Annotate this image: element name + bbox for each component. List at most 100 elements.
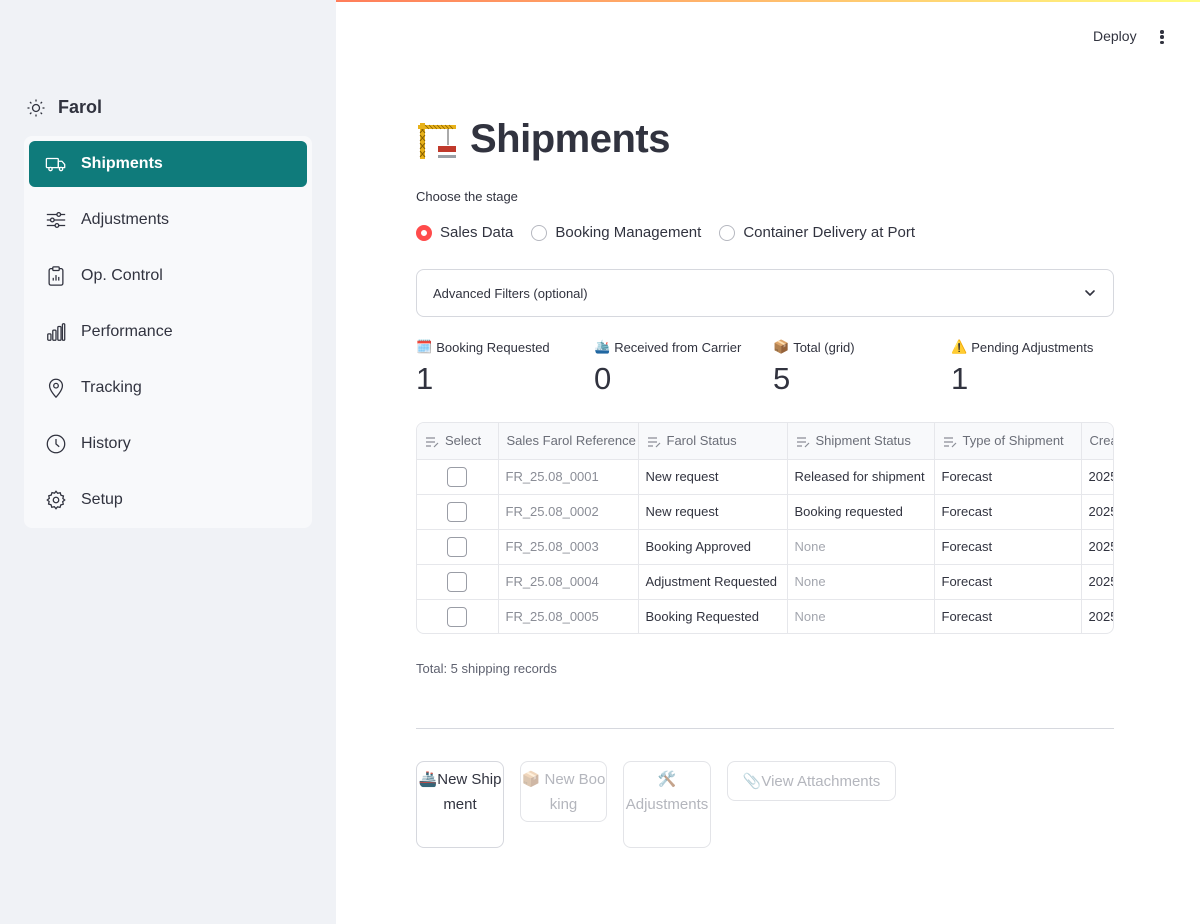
cell-reference: FR_25.08_0005 <box>498 599 639 633</box>
calendar-icon: 🗓️ <box>416 339 433 354</box>
sidebar-item-history[interactable]: History <box>29 421 307 467</box>
bar-chart-icon <box>47 323 66 341</box>
new-booking-button[interactable]: 📦 New Booking <box>520 761 607 822</box>
truck-icon <box>45 157 66 172</box>
column-header-label: Shipment Status <box>815 433 911 449</box>
cell-shipment-status[interactable]: None <box>787 599 935 633</box>
package-icon: 📦 <box>773 339 790 354</box>
adjustments-button[interactable]: 🛠️ Adjustments <box>623 761 711 848</box>
radio-label: Sales Data <box>440 224 514 241</box>
select-cell[interactable] <box>417 529 499 565</box>
ship-icon: 🛳️ <box>594 339 611 354</box>
column-header-type-of-shipment[interactable]: Type of Shipment <box>934 423 1082 460</box>
brand-name: Farol <box>58 97 103 117</box>
cell-shipment-status[interactable]: None <box>787 564 935 600</box>
metric-label: Total (grid) <box>793 339 855 355</box>
button-label: New Shipment <box>437 771 502 813</box>
cell-creation: 2025 <box>1081 494 1113 530</box>
metric-label: Received from Carrier <box>614 339 742 355</box>
column-header-label: Select <box>445 433 482 449</box>
button-label: New Booking <box>544 771 606 813</box>
metric-received-from-carrier: 🛳️ Received from Carrier 0 <box>594 337 741 397</box>
column-header-sales-farol-reference[interactable]: Sales Farol Reference <box>498 423 639 460</box>
paperclip-icon: 📎 <box>742 773 762 790</box>
crane-icon <box>418 122 456 159</box>
edit-column-icon <box>647 437 660 448</box>
sidebar-item-label: Tracking <box>81 379 142 396</box>
stage-radio-sales-data[interactable]: Sales Data <box>416 224 513 241</box>
metric-label: Pending Adjustments <box>971 339 1094 355</box>
cell-type-of-shipment[interactable]: Forecast <box>934 599 1082 633</box>
sidebar-item-performance[interactable]: Performance <box>29 309 307 355</box>
sun-icon <box>27 99 45 116</box>
chevron-down-icon <box>1085 290 1095 296</box>
cell-shipment-status[interactable]: Released for shipment <box>787 459 935 495</box>
table-row: FR_25.08_0003 Booking Approved None Fore… <box>417 529 1113 565</box>
select-cell[interactable] <box>417 599 499 633</box>
column-header-creation[interactable]: Crea <box>1081 423 1113 460</box>
table-row: FR_25.08_0004 Adjustment Requested None … <box>417 564 1113 600</box>
cell-type-of-shipment[interactable]: Forecast <box>934 494 1082 530</box>
sidebar-item-label: Op. Control <box>81 267 163 284</box>
tools-icon: 🛠️ <box>657 771 677 788</box>
page-title-text: Shipments <box>470 117 670 161</box>
sliders-icon <box>46 212 66 228</box>
select-cell[interactable] <box>417 494 499 530</box>
advanced-filters-expander[interactable]: Advanced Filters (optional) <box>416 269 1114 317</box>
select-checkbox[interactable] <box>447 501 468 522</box>
edit-column-icon <box>943 437 956 448</box>
sidebar-item-label: Setup <box>81 491 123 508</box>
cell-shipment-status[interactable]: Booking requested <box>787 494 935 530</box>
more-menu-icon[interactable] <box>1158 28 1166 46</box>
select-checkbox[interactable] <box>447 606 468 627</box>
cell-reference: FR_25.08_0003 <box>498 529 639 565</box>
new-shipment-button[interactable]: 🚢New Shipment <box>416 761 504 848</box>
cell-farol-status[interactable]: Booking Approved <box>638 529 788 565</box>
cell-type-of-shipment[interactable]: Forecast <box>934 564 1082 600</box>
stage-radio-booking-management[interactable]: Booking Management <box>531 224 701 241</box>
sidebar-item-label: Performance <box>81 323 173 340</box>
cell-creation: 2025 <box>1081 564 1113 600</box>
cell-farol-status[interactable]: Booking Requested <box>638 599 788 633</box>
metric-value: 0 <box>594 361 612 396</box>
cell-farol-status[interactable]: New request <box>638 494 788 530</box>
column-header-label: Farol Status <box>666 433 737 449</box>
column-header-farol-status[interactable]: Farol Status <box>638 423 788 460</box>
column-header-shipment-status[interactable]: Shipment Status <box>787 423 935 460</box>
total-records-text: Total: 5 shipping records <box>416 661 557 676</box>
sidebar-item-label: Shipments <box>81 155 163 172</box>
cell-type-of-shipment[interactable]: Forecast <box>934 529 1082 565</box>
deploy-button[interactable]: Deploy <box>1093 28 1137 44</box>
radio-label: Container Delivery at Port <box>743 224 916 241</box>
select-checkbox[interactable] <box>447 536 468 557</box>
cell-type-of-shipment[interactable]: Forecast <box>934 459 1082 495</box>
cell-shipment-status[interactable]: None <box>787 529 935 565</box>
column-header-select[interactable]: Select <box>417 423 499 460</box>
stage-radio-container-delivery[interactable]: Container Delivery at Port <box>719 224 915 241</box>
sidebar-item-tracking[interactable]: Tracking <box>29 365 307 411</box>
radio-unselected-icon <box>531 224 548 241</box>
warning-icon: ⚠️ <box>951 339 968 354</box>
brand: Farol <box>26 97 102 118</box>
grid-header-row: Select Sales Farol Reference Farol Statu… <box>417 423 1113 460</box>
sidebar-item-label: Adjustments <box>81 211 170 228</box>
select-cell[interactable] <box>417 564 499 600</box>
sidebar-item-op-control[interactable]: Op. Control <box>29 253 307 299</box>
sidebar-item-adjustments[interactable]: Adjustments <box>29 197 307 243</box>
cell-farol-status[interactable]: New request <box>638 459 788 495</box>
select-cell[interactable] <box>417 459 499 495</box>
view-attachments-button[interactable]: 📎View Attachments <box>727 761 896 801</box>
shipments-grid: Select Sales Farol Reference Farol Statu… <box>416 422 1114 634</box>
metric-booking-requested: 🗓️ Booking Requested 1 <box>416 337 550 397</box>
metric-label: Booking Requested <box>436 339 550 355</box>
cell-farol-status[interactable]: Adjustment Requested <box>638 564 788 600</box>
select-checkbox[interactable] <box>447 571 468 592</box>
sidebar-item-setup[interactable]: Setup <box>29 477 307 523</box>
select-checkbox[interactable] <box>447 466 468 487</box>
stage-radio-group: Sales Data Booking Management Container … <box>416 224 915 241</box>
sidebar-item-shipments[interactable]: Shipments <box>29 141 307 187</box>
divider <box>416 728 1114 729</box>
stage-label: Choose the stage <box>416 189 518 204</box>
metric-value: 5 <box>773 361 791 396</box>
metric-total-grid: 📦 Total (grid) 5 <box>773 337 855 397</box>
